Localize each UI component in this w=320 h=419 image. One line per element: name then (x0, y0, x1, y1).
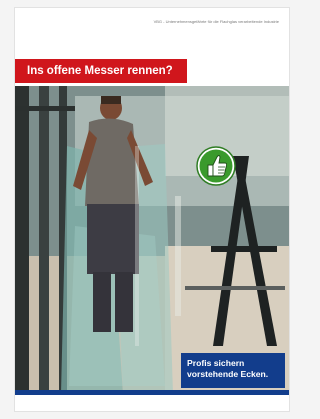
callout-line-1: Profis sichern (187, 358, 245, 368)
thumbs-up-icon (196, 146, 236, 186)
photo-scene (15, 86, 289, 394)
workshop-photo (15, 86, 289, 394)
callout-line-2: vorstehende Ecken. (187, 369, 269, 379)
poster-page: VBG - Unternehmensgefährte für die Flach… (15, 8, 289, 411)
headline-banner: Ins offene Messer rennen? (15, 59, 187, 83)
callout-banner: Profis sichern vorstehende Ecken. (181, 353, 285, 388)
headline-text: Ins offene Messer rennen? (27, 65, 173, 77)
bottom-blue-rule (15, 390, 289, 395)
header-note: VBG - Unternehmensgefährte für die Flach… (153, 19, 279, 24)
